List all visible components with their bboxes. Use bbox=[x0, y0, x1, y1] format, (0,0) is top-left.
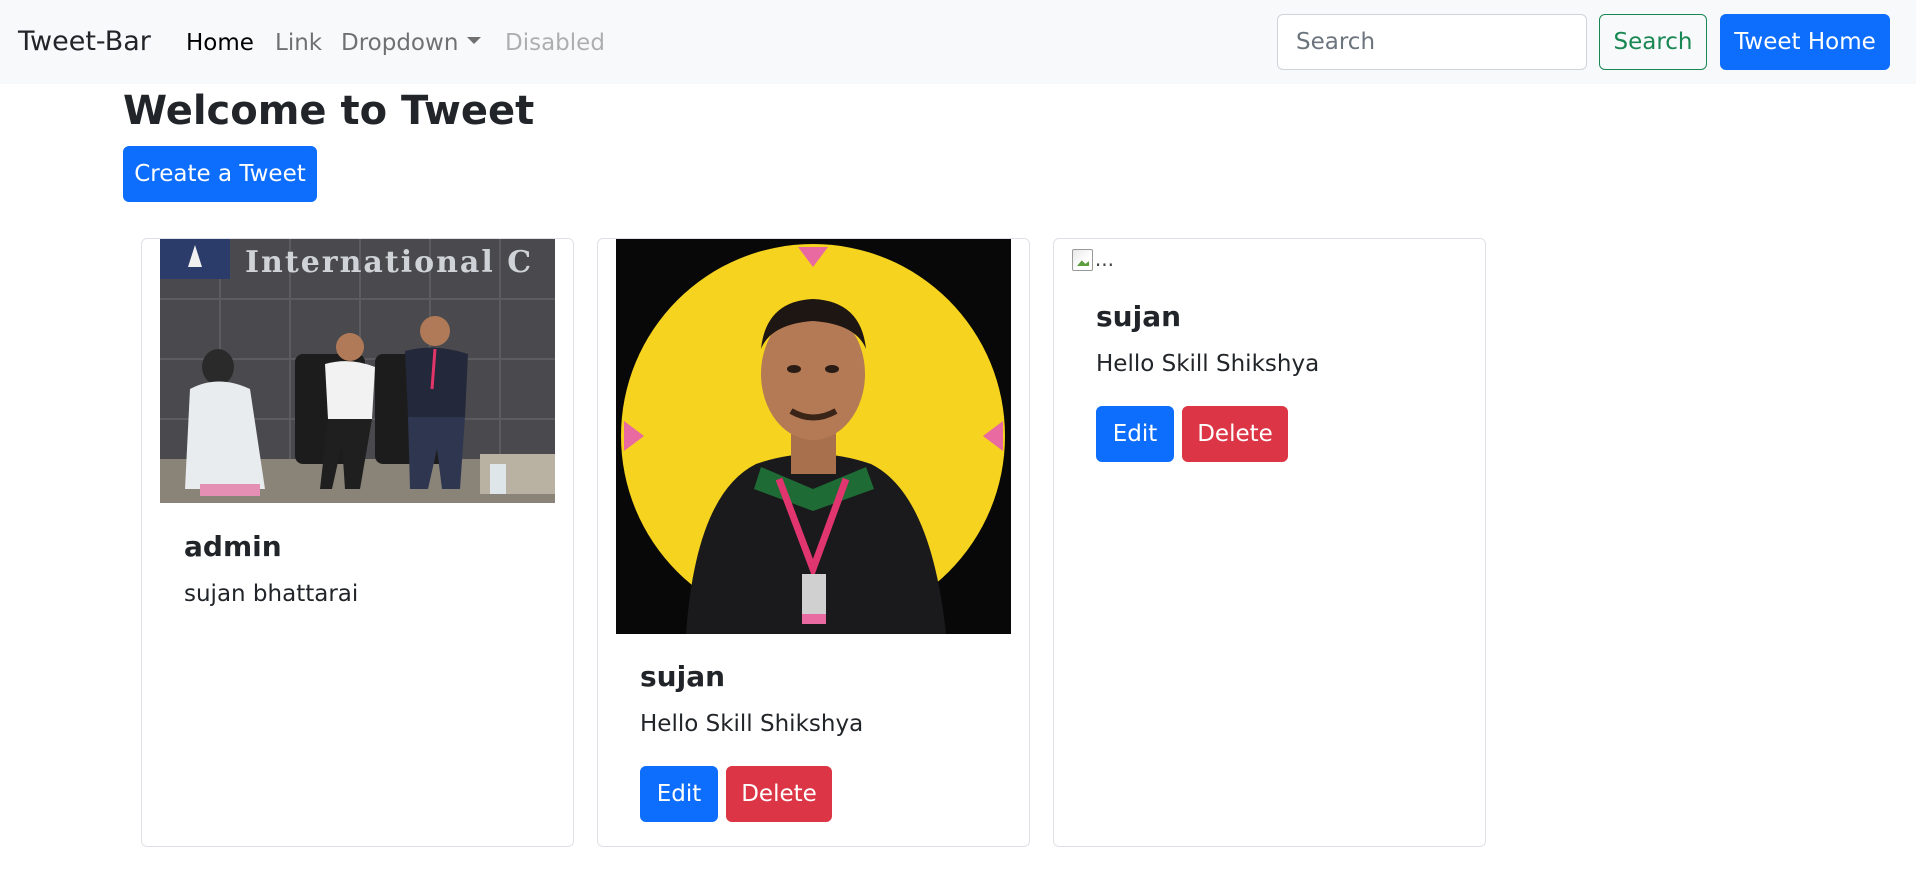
tweet-text: Hello Skill Shikshya bbox=[1096, 351, 1320, 377]
page-title: Welcome to Tweet bbox=[123, 88, 535, 134]
create-tweet-button[interactable]: Create a Tweet bbox=[123, 146, 317, 202]
navbar-brand[interactable]: Tweet-Bar bbox=[18, 24, 151, 60]
svg-text:International C: International C bbox=[245, 245, 533, 280]
nav-link-home[interactable]: Home bbox=[186, 28, 254, 58]
tweet-image-group-photo: International C bbox=[160, 239, 555, 503]
tweet-username: admin bbox=[184, 530, 282, 563]
edit-button[interactable]: Edit bbox=[1096, 406, 1174, 462]
image-alt-text: ... bbox=[1094, 247, 1114, 271]
broken-image-icon: ... bbox=[1072, 241, 1114, 271]
edit-button[interactable]: Edit bbox=[640, 766, 718, 822]
nav-dropdown-toggle[interactable]: Dropdown bbox=[341, 28, 482, 58]
tweet-text: Hello Skill Shikshya bbox=[640, 711, 864, 737]
tweet-home-button[interactable]: Tweet Home bbox=[1720, 14, 1890, 70]
navbar: Tweet-Bar Home Link Dropdown Disabled Se… bbox=[0, 0, 1916, 84]
tweet-card: sujan Hello Skill Shikshya Edit Delete bbox=[597, 238, 1030, 847]
tweet-card: ... sujan Hello Skill Shikshya Edit Dele… bbox=[1053, 238, 1486, 847]
tweet-username: sujan bbox=[1096, 300, 1182, 333]
tweet-username: sujan bbox=[640, 660, 726, 693]
search-input[interactable] bbox=[1277, 14, 1587, 70]
nav-link-disabled: Disabled bbox=[505, 30, 605, 56]
delete-button[interactable]: Delete bbox=[726, 766, 832, 822]
tweet-text: sujan bhattarai bbox=[184, 581, 359, 607]
tweet-card: International C admin sujan bhattarai bbox=[141, 238, 574, 847]
nav-link-link[interactable]: Link bbox=[275, 28, 322, 58]
chevron-down-icon bbox=[467, 37, 482, 44]
nav-dropdown-label: Dropdown bbox=[341, 30, 459, 56]
delete-button[interactable]: Delete bbox=[1182, 406, 1288, 462]
search-button[interactable]: Search bbox=[1599, 14, 1707, 70]
tweet-image-profile-photo bbox=[616, 239, 1011, 634]
